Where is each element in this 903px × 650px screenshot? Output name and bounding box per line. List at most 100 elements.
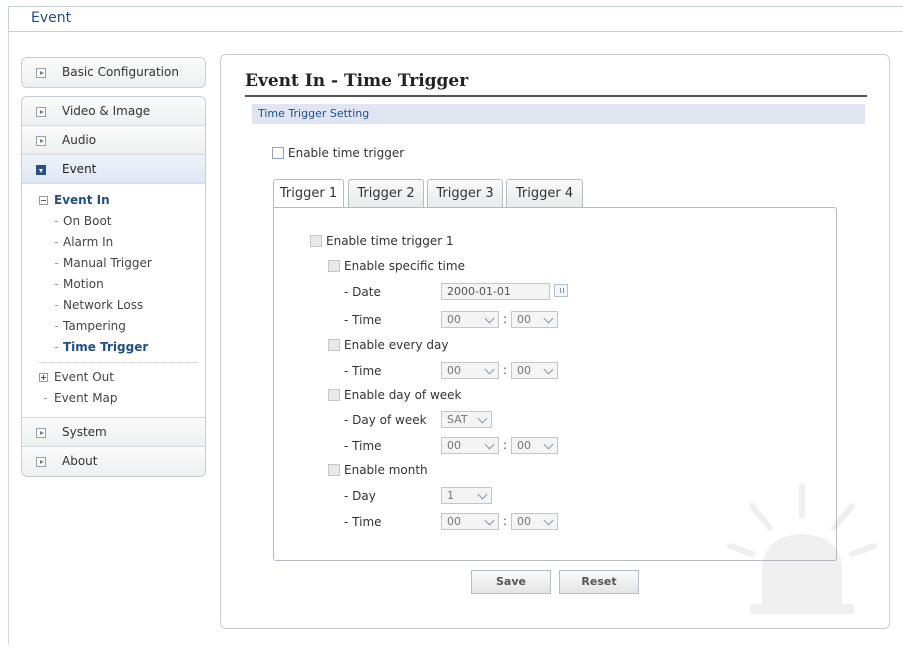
expand-arrow-icon — [36, 107, 46, 117]
submenu-divider — [38, 362, 197, 363]
select-value: 00 — [517, 313, 531, 326]
time-separator: : — [503, 312, 508, 326]
chevron-down-icon — [543, 313, 554, 324]
submenu-item-time-trigger[interactable]: Time Trigger — [22, 337, 205, 358]
sidebar-item-label: About — [62, 454, 98, 468]
sidebar-item-about[interactable]: About — [22, 447, 205, 476]
submenu-label: On Boot — [63, 214, 112, 228]
submenu-item-event-map[interactable]: Event Map — [22, 388, 205, 409]
sidebar-item-label: Video & Image — [62, 104, 151, 118]
select-value: 00 — [517, 364, 531, 377]
time-label: - Time — [344, 364, 382, 378]
minute-select[interactable]: 00 — [511, 362, 558, 379]
hour-select[interactable]: 00 — [441, 437, 499, 454]
tab-trigger-1[interactable]: Trigger 1 — [273, 179, 344, 209]
submenu-label: Tampering — [63, 319, 126, 333]
enable-month-row: Enable month — [328, 462, 428, 477]
submenu-item-manual-trigger[interactable]: Manual Trigger — [22, 253, 205, 274]
time-label: - Time — [344, 515, 382, 529]
hour-select[interactable]: 00 — [441, 362, 499, 379]
minute-select[interactable]: 00 — [511, 513, 558, 530]
submenu-event-in[interactable]: Event In — [22, 190, 205, 211]
sidebar-item-video-image[interactable]: Video & Image — [22, 97, 205, 126]
minute-select[interactable]: 00 — [511, 437, 558, 454]
submenu-item-alarm-in[interactable]: Alarm In — [22, 232, 205, 253]
save-button[interactable]: Save — [471, 570, 551, 594]
day-label: - Day — [344, 489, 376, 503]
day-select[interactable]: 1 — [441, 487, 492, 504]
enable-trigger-1-checkbox[interactable] — [310, 234, 322, 247]
submenu-label: Alarm In — [63, 235, 114, 249]
sidebar-item-system[interactable]: System — [22, 418, 205, 447]
submenu-event-out[interactable]: Event Out — [22, 367, 205, 388]
day-of-week-label: - Day of week — [344, 413, 427, 427]
expand-arrow-icon — [36, 68, 46, 78]
bullet-icon — [55, 221, 58, 222]
sidebar-item-basic-configuration[interactable]: Basic Configuration — [22, 58, 205, 87]
submenu-item-network-loss[interactable]: Network Loss — [22, 295, 205, 316]
submenu-item-on-boot[interactable]: On Boot — [22, 211, 205, 232]
bullet-icon — [44, 398, 47, 399]
submenu-item-motion[interactable]: Motion — [22, 274, 205, 295]
select-value: 00 — [447, 313, 461, 326]
select-value: 1 — [447, 489, 454, 502]
enable-specific-time-row: Enable specific time — [328, 258, 465, 273]
reset-button[interactable]: Reset — [559, 570, 639, 594]
tab-trigger-2[interactable]: Trigger 2 — [348, 179, 424, 208]
bullet-icon — [55, 326, 58, 327]
enable-month-checkbox[interactable] — [328, 463, 340, 476]
page-title: Event In - Time Trigger — [245, 71, 469, 91]
submenu-label: Network Loss — [63, 298, 144, 312]
bullet-icon — [55, 347, 58, 348]
checkbox-label: Enable time trigger 1 — [326, 233, 454, 248]
header-bar: Event — [8, 6, 903, 32]
event-submenu: Event In On Boot Alarm In Manual Trigger… — [22, 184, 205, 418]
date-input[interactable]: 2000-01-01 — [441, 283, 550, 300]
chevron-down-icon — [543, 364, 554, 375]
enable-day-of-week-row: Enable day of week — [328, 387, 462, 402]
select-value: 00 — [447, 439, 461, 452]
submenu-item-tampering[interactable]: Tampering — [22, 316, 205, 337]
plus-box-icon — [39, 373, 48, 382]
select-value: SAT — [447, 413, 468, 426]
day-of-week-select[interactable]: SAT — [441, 411, 492, 428]
select-value: 00 — [447, 364, 461, 377]
hour-select[interactable]: 00 — [441, 311, 499, 328]
time-label: - Time — [344, 439, 382, 453]
expand-arrow-icon — [36, 136, 46, 146]
chevron-down-icon — [477, 413, 488, 424]
submenu-label: Time Trigger — [63, 340, 149, 354]
enable-every-day-checkbox[interactable] — [328, 338, 340, 351]
bullet-icon — [55, 305, 58, 306]
time-separator: : — [503, 438, 508, 452]
tab-trigger-3[interactable]: Trigger 3 — [427, 179, 503, 208]
chevron-down-icon — [484, 515, 495, 526]
select-value: 00 — [517, 515, 531, 528]
minute-select[interactable]: 00 — [511, 311, 558, 328]
enable-day-of-week-checkbox[interactable] — [328, 388, 340, 401]
submenu-label: Event In — [54, 193, 110, 207]
tab-trigger-4[interactable]: Trigger 4 — [506, 179, 583, 208]
checkbox-label: Enable specific time — [344, 258, 465, 273]
sidebar-main-box: Video & Image Audio Event Event In On Bo… — [21, 96, 206, 477]
bullet-icon — [55, 263, 58, 264]
chevron-down-icon — [484, 313, 495, 324]
collapse-arrow-icon — [36, 165, 46, 175]
enable-time-trigger-checkbox[interactable] — [272, 146, 284, 159]
sidebar-item-audio[interactable]: Audio — [22, 126, 205, 155]
bullet-icon — [55, 242, 58, 243]
checkbox-label: Enable day of week — [344, 387, 462, 402]
checkbox-label: Enable time trigger — [288, 145, 405, 160]
checkbox-label: Enable month — [344, 462, 428, 477]
calendar-icon[interactable] — [554, 284, 568, 297]
section-header: Time Trigger Setting — [252, 104, 865, 124]
submenu-label: Motion — [63, 277, 104, 291]
enable-specific-time-checkbox[interactable] — [328, 259, 340, 272]
checkbox-label: Enable every day — [344, 337, 449, 352]
submenu-label: Manual Trigger — [63, 256, 152, 270]
sidebar-item-event[interactable]: Event — [22, 155, 205, 184]
select-value: 00 — [517, 439, 531, 452]
time-label: - Time — [344, 313, 382, 327]
hour-select[interactable]: 00 — [441, 513, 499, 530]
alarm-bell-watermark-icon — [727, 483, 877, 614]
